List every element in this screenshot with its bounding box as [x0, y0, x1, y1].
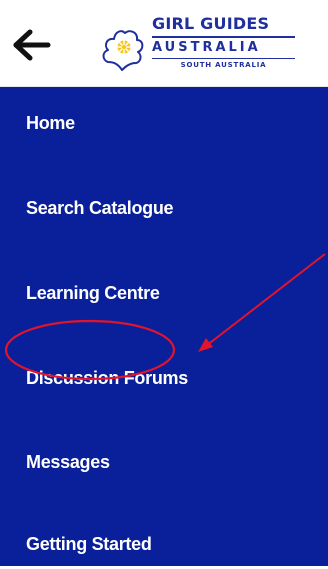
menu-item-home[interactable]: Home: [0, 98, 328, 148]
menu-item-search-catalogue[interactable]: Search Catalogue: [0, 183, 328, 233]
menu-item-messages[interactable]: Messages: [0, 437, 328, 487]
logo-country: AUSTRALIA: [152, 40, 261, 55]
menu-item-discussion-forums[interactable]: Discussion Forums: [0, 353, 328, 403]
girl-guides-logo[interactable]: GIRL GUIDES AUSTRALIA SOUTH AUSTRALIA: [64, 6, 304, 80]
sidebar-menu: Home Search Catalogue Learning Centre Di…: [0, 87, 328, 566]
back-button[interactable]: [6, 22, 58, 68]
logo-rule-bottom: [152, 58, 295, 59]
menu-item-getting-started[interactable]: Getting Started: [0, 519, 328, 569]
logo-region: SOUTH AUSTRALIA: [180, 61, 267, 69]
app-header: GIRL GUIDES AUSTRALIA SOUTH AUSTRALIA: [0, 0, 328, 87]
menu-item-learning-centre[interactable]: Learning Centre: [0, 268, 328, 318]
logo-rule-top: [152, 36, 295, 38]
logo-title: GIRL GUIDES: [152, 14, 270, 33]
trefoil-icon: [102, 30, 144, 71]
arrow-left-icon: [13, 29, 51, 61]
